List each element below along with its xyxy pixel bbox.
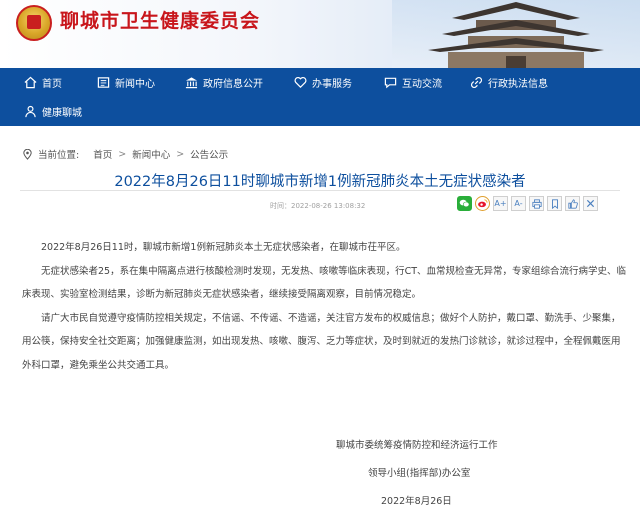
nav-item-health[interactable]: 健康聊城 bbox=[24, 97, 82, 126]
like-button[interactable] bbox=[565, 196, 580, 211]
main-nav: 首页 新闻中心 政府信息公开 办事服务 互动交流 行政执法信息 健康聊城 bbox=[0, 68, 640, 126]
breadcrumb-news[interactable]: 新闻中心 bbox=[132, 147, 170, 161]
article-body: 2022年8月26日11时，聊城市新增1例新冠肺炎本土无症状感染者，在聊城市茌平… bbox=[22, 236, 628, 377]
breadcrumb-announcements[interactable]: 公告公示 bbox=[190, 147, 228, 161]
nav-item-label: 互动交流 bbox=[402, 79, 442, 90]
bookmark-icon bbox=[551, 198, 558, 209]
nav-item-label: 行政执法信息 bbox=[488, 79, 548, 90]
link-icon bbox=[470, 76, 483, 89]
site-title[interactable]: 聊城市卫生健康委员会 bbox=[60, 6, 260, 33]
nav-item-services[interactable]: 办事服务 bbox=[294, 68, 352, 97]
signature-line-1: 聊城市委统筹疫情防控和经济运行工作 bbox=[336, 440, 498, 451]
nav-item-label: 首页 bbox=[42, 79, 62, 90]
chat-icon bbox=[384, 76, 397, 89]
article-title: 2022年8月26日11时聊城市新增1例新冠肺炎本土无症状感染者 bbox=[114, 174, 526, 190]
home-icon bbox=[24, 76, 37, 89]
nav-item-interaction[interactable]: 互动交流 bbox=[384, 68, 442, 97]
article-paragraph: 无症状感染者25，系在集中隔离点进行核酸检测时发现，无发热、咳嗽等临床表现，行C… bbox=[22, 265, 627, 301]
print-button[interactable] bbox=[529, 196, 544, 211]
share-weibo-button[interactable] bbox=[475, 196, 490, 211]
breadcrumb-prefix: 当前位置: bbox=[38, 150, 80, 161]
publish-timestamp: 时间：2022-08-26 13:08:32 bbox=[270, 202, 366, 210]
site-header: 聊城市卫生健康委员会 bbox=[0, 0, 640, 68]
nav-item-home[interactable]: 首页 bbox=[24, 68, 62, 97]
nav-item-enforcement[interactable]: 行政执法信息 bbox=[470, 68, 548, 97]
national-emblem-icon bbox=[16, 5, 52, 41]
close-icon bbox=[586, 199, 595, 208]
signature-line-2: 领导小组(指挥部)办公室 bbox=[368, 468, 471, 479]
breadcrumb-separator: > bbox=[118, 148, 127, 160]
thumbs-up-icon bbox=[567, 198, 578, 209]
nav-item-label: 健康聊城 bbox=[42, 108, 82, 119]
city-tower-image bbox=[392, 0, 640, 68]
nav-item-gov-info[interactable]: 政府信息公开 bbox=[185, 68, 263, 97]
signature-date: 2022年8月26日 bbox=[381, 496, 452, 507]
share-wechat-button[interactable] bbox=[457, 196, 472, 211]
close-button[interactable] bbox=[583, 196, 598, 211]
article-paragraph: 请广大市民自觉遵守疫情防控相关规定，不信谣、不传谣、不造谣，关注官方发布的权威信… bbox=[22, 312, 621, 371]
heart-icon bbox=[294, 76, 307, 89]
font-decrease-button[interactable]: A- bbox=[511, 196, 526, 211]
font-increase-button[interactable]: A+ bbox=[493, 196, 508, 211]
title-divider bbox=[20, 190, 620, 191]
article-tools: A+ A- bbox=[457, 196, 598, 214]
breadcrumb: 当前位置: 首页 > 新闻中心 > 公告公示 bbox=[22, 147, 228, 161]
weibo-icon bbox=[478, 199, 488, 208]
nav-item-label: 政府信息公开 bbox=[203, 79, 263, 90]
breadcrumb-home[interactable]: 首页 bbox=[93, 147, 112, 161]
nav-item-news[interactable]: 新闻中心 bbox=[97, 68, 155, 97]
breadcrumb-separator: > bbox=[176, 148, 185, 160]
favorite-button[interactable] bbox=[547, 196, 562, 211]
person-icon bbox=[24, 105, 37, 118]
nav-item-label: 办事服务 bbox=[312, 79, 352, 90]
article-paragraph: 2022年8月26日11时，聊城市新增1例新冠肺炎本土无症状感染者，在聊城市茌平… bbox=[41, 242, 406, 253]
location-pin-icon bbox=[23, 148, 32, 160]
print-icon bbox=[531, 198, 542, 209]
news-icon bbox=[97, 76, 110, 89]
nav-item-label: 新闻中心 bbox=[115, 79, 155, 90]
wechat-icon bbox=[459, 199, 470, 208]
building-icon bbox=[185, 76, 198, 89]
